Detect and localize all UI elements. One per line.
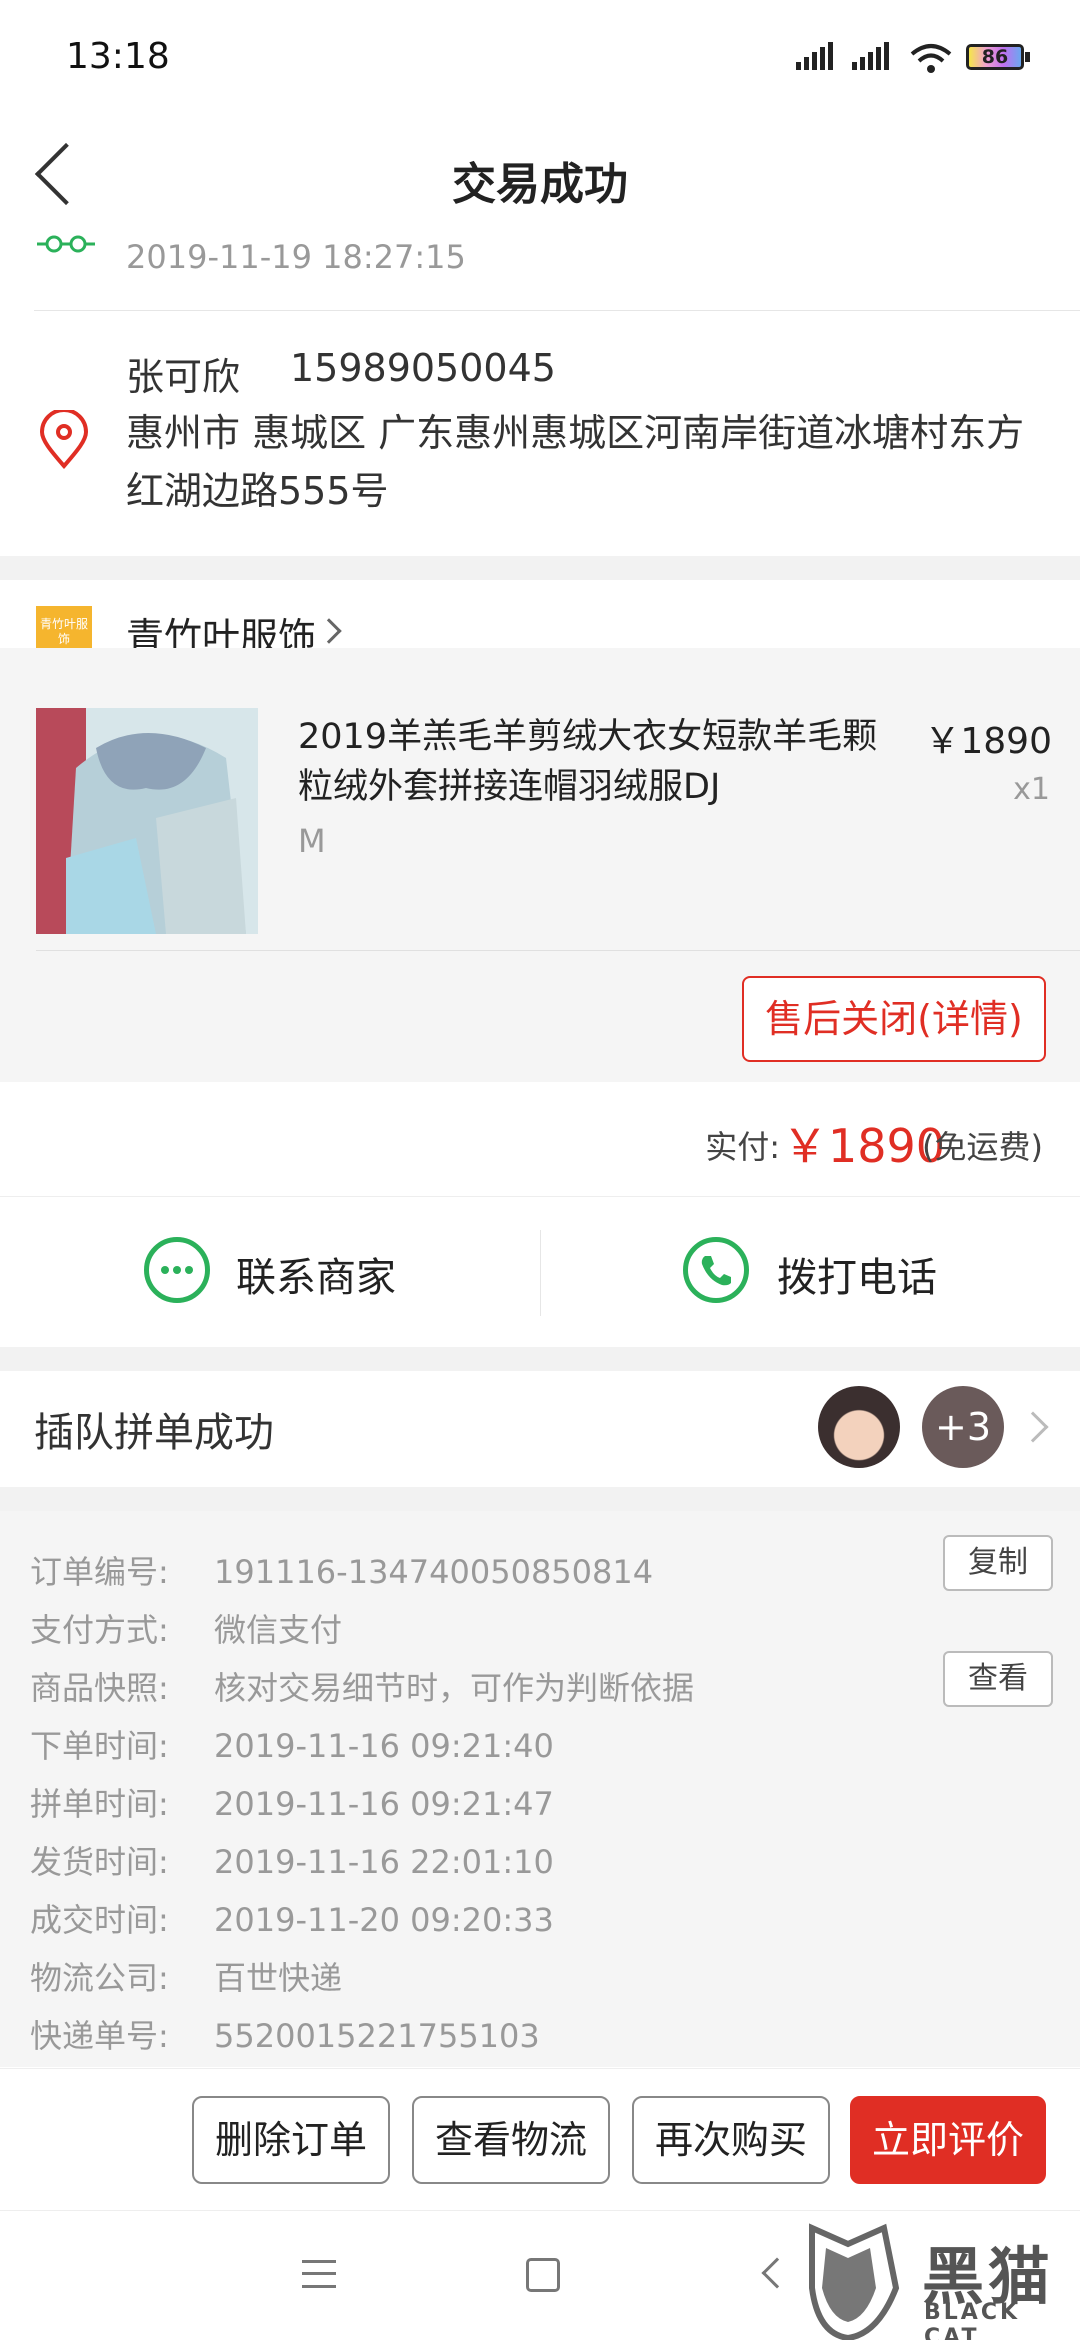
page-title: 交易成功 [452,159,628,210]
product-price: ￥1890 [924,721,1052,762]
buy-again-button[interactable]: 再次购买 [632,2096,830,2184]
cell-signal-icon [796,42,836,70]
call-phone-button[interactable]: 拨打电话 [541,1197,1080,1347]
info-label: 支付方式: [30,1611,169,1649]
chat-icon [144,1237,210,1303]
status-time: 13:18 [66,36,170,77]
copy-order-number-button[interactable]: 复制 [943,1535,1053,1591]
section-gap [0,556,1080,580]
tracking-row: 快递单号: 5520015221755103 [30,2011,540,2055]
contact-seller-button[interactable]: 联系商家 [0,1197,540,1347]
delete-order-button[interactable]: 删除订单 [192,2096,390,2184]
product-quantity: x1 [1013,772,1050,807]
tracking-value: 5520015221755103 [214,2017,540,2055]
rate-now-button[interactable]: 立即评价 [850,2096,1046,2184]
deal-time-value: 2019-11-20 09:20:33 [214,1901,554,1939]
hd-signal-icon [852,42,892,70]
snapshot-row: 商品快照: 核对交易细节时，可作为判断依据 [30,1663,694,1707]
info-label: 发货时间: [30,1843,169,1881]
shop-logo-text: 青竹叶服饰 [39,617,88,646]
courier-value: 百世快递 [214,1959,343,1997]
avatar [818,1386,900,1468]
divider [34,310,1080,311]
product-name[interactable]: 2019羊羔毛羊剪绒大衣女短款羊毛颗粒绒外套拼接连帽羽绒服DJ [298,712,878,812]
order-time-row: 下单时间: 2019-11-16 09:21:40 [30,1721,554,1765]
info-label: 快递单号: [30,2017,169,2055]
payment-method-row: 支付方式: 微信支付 [30,1605,342,1649]
section-gap [0,1347,1080,1371]
location-pin-icon [38,408,90,470]
watermark-subtext: BLACK CAT [924,2300,1021,2340]
product-spec: M [298,822,326,860]
info-label: 拼单时间: [30,1785,169,1823]
payment-method-value: 微信支付 [214,1611,343,1649]
order-info-panel: 订单编号: 191116-134740050850814 支付方式: 微信支付 商品… [0,1511,1080,2067]
courier-row: 物流公司: 百世快递 [30,1953,342,1997]
recipient-phone: 15989050045 [290,346,556,390]
payment-label: 实付: [705,1128,780,1166]
group-buy-label: 插队拼单成功 [34,1410,274,1456]
info-label: 物流公司: [30,1959,169,1997]
phone-icon [683,1237,749,1303]
order-number-row: 订单编号: 191116-134740050850814 [30,1547,653,1591]
avatar-more-count: +3 [922,1386,1004,1468]
aftersale-details-button[interactable]: 售后关闭(详情) [742,976,1046,1062]
divider [36,950,1080,951]
shipping-note: (免运费) [922,1128,1043,1166]
order-number-value: 191116-134740050850814 [214,1553,654,1591]
battery-icon: 86 [966,44,1024,70]
menu-icon[interactable] [302,2260,336,2288]
recipient-name: 张可欣 [126,355,241,399]
battery-tip [1025,52,1030,62]
payment-amount: ￥1890 [782,1119,946,1173]
view-snapshot-button[interactable]: 查看 [943,1651,1053,1707]
contact-seller-label: 联系商家 [236,1255,396,1301]
snapshot-value: 核对交易细节时，可作为判断依据 [214,1669,695,1707]
home-icon[interactable] [526,2258,560,2292]
info-label: 订单编号: [30,1553,169,1591]
view-logistics-button[interactable]: 查看物流 [412,2096,610,2184]
ship-time-value: 2019-11-16 22:01:10 [214,1843,554,1881]
status-bar: 13:18 86 [0,0,1080,118]
info-label: 成交时间: [30,1901,169,1939]
info-label: 商品快照: [30,1669,169,1707]
group-time-value: 2019-11-16 09:21:47 [214,1785,554,1823]
recipient-address: 惠州市 惠城区 广东惠州惠城区河南岸街道冰塘村东方红湖边路555号 [126,411,1025,513]
deal-time-row: 成交时间: 2019-11-20 09:20:33 [30,1895,554,1939]
wifi-icon [910,44,952,73]
product-image[interactable] [36,708,258,934]
delivery-status-icon [34,232,98,258]
ship-time-row: 发货时间: 2019-11-16 22:01:10 [30,1837,554,1881]
info-label: 下单时间: [30,1727,169,1765]
delivery-time: 2019-11-19 18:27:15 [126,238,466,276]
order-time-value: 2019-11-16 09:21:40 [214,1727,554,1765]
section-gap [0,1487,1080,1511]
call-phone-label: 拨打电话 [777,1255,937,1301]
group-time-row: 拼单时间: 2019-11-16 09:21:47 [30,1779,554,1823]
